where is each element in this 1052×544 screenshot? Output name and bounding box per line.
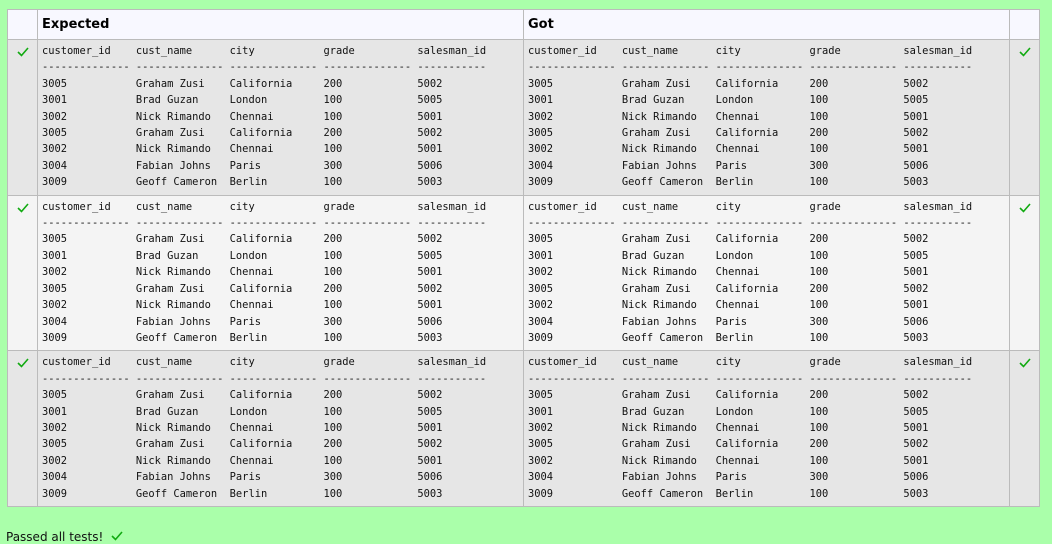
test-row: customer_id cust_name city grade salesma…	[7, 350, 1040, 507]
check-icon	[16, 203, 29, 213]
pass-mark-right	[1009, 194, 1040, 352]
got-output: customer_id cust_name city grade salesma…	[528, 200, 973, 344]
got-output: customer_id cust_name city grade salesma…	[528, 45, 973, 189]
pass-mark-left	[7, 39, 38, 196]
got-cell: customer_id cust_name city grade salesma…	[523, 350, 1010, 507]
results-table: Expected Got customer_id cust_name city …	[7, 9, 1040, 507]
expected-cell: customer_id cust_name city grade salesma…	[37, 39, 524, 196]
expected-cell: customer_id cust_name city grade salesma…	[37, 350, 524, 507]
pass-mark-right	[1009, 350, 1040, 507]
expected-output: customer_id cust_name city grade salesma…	[42, 200, 487, 344]
expected-cell: customer_id cust_name city grade salesma…	[37, 194, 524, 352]
check-icon	[1018, 358, 1031, 368]
got-cell: customer_id cust_name city grade salesma…	[523, 194, 1010, 352]
header-blank-left	[7, 9, 38, 40]
test-row: customer_id cust_name city grade salesma…	[7, 194, 1040, 352]
header-row: Expected Got	[7, 9, 1040, 40]
test-row: customer_id cust_name city grade salesma…	[7, 39, 1040, 196]
pass-mark-left	[7, 194, 38, 352]
pass-mark-right	[1009, 39, 1040, 196]
check-icon	[16, 358, 29, 368]
expected-output: customer_id cust_name city grade salesma…	[42, 356, 487, 500]
got-output: customer_id cust_name city grade salesma…	[528, 356, 973, 500]
result-summary: Passed all tests!	[6, 530, 123, 544]
check-icon	[1018, 203, 1031, 213]
header-got: Got	[523, 9, 1010, 40]
header-expected: Expected	[37, 9, 524, 40]
pass-mark-left	[7, 350, 38, 507]
check-icon	[1018, 47, 1031, 57]
got-cell: customer_id cust_name city grade salesma…	[523, 39, 1010, 196]
result-summary-text: Passed all tests!	[6, 530, 104, 544]
check-icon	[111, 531, 123, 541]
check-icon	[16, 47, 29, 57]
header-blank-right	[1009, 9, 1040, 40]
expected-output: customer_id cust_name city grade salesma…	[42, 45, 487, 189]
